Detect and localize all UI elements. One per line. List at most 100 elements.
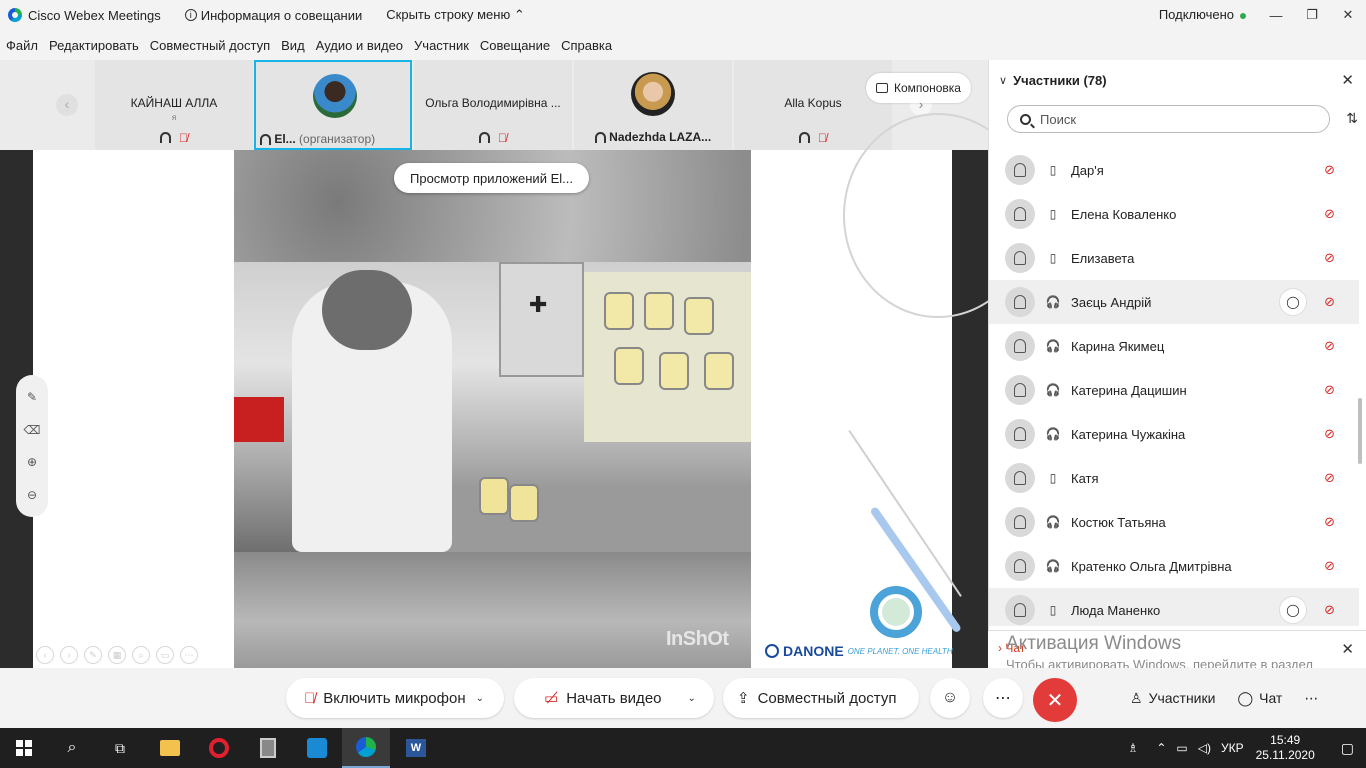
menu-help[interactable]: Справка xyxy=(561,38,612,53)
headset-icon xyxy=(799,132,810,144)
lab-scene-image xyxy=(234,262,751,552)
fit-icon[interactable]: ▭ xyxy=(156,646,174,664)
notification-icon[interactable]: ▢ xyxy=(1341,740,1354,757)
participant-row[interactable]: ▯ Катя ⊘ xyxy=(989,456,1359,500)
zoom-out-icon[interactable]: ⊖ xyxy=(27,488,37,502)
chat-section-header[interactable]: › Чат ✕ xyxy=(988,630,1366,668)
thumbnail-status: 🎙̸ xyxy=(95,130,253,145)
participant-row[interactable]: 🎧 Карина Якимец ⊘ xyxy=(989,324,1359,368)
chat-tab[interactable]: ◯ Чат xyxy=(1237,690,1282,707)
close-panel-button[interactable]: ✕ xyxy=(1341,71,1354,89)
participant-name: Катерина Чужакіна xyxy=(1071,426,1186,442)
thumbnail-2[interactable]: El... (организатор) xyxy=(254,60,412,150)
annotate-icon[interactable]: ✎ xyxy=(84,646,102,664)
camera-app-icon[interactable] xyxy=(293,728,341,768)
prev-slide-icon[interactable]: ‹ xyxy=(36,646,54,664)
strip-prev-button[interactable]: ‹ xyxy=(56,94,78,116)
menu-edit[interactable]: Редактировать xyxy=(49,38,139,53)
word-icon[interactable]: W xyxy=(392,728,440,768)
chevron-down-icon[interactable]: ⌄ xyxy=(688,693,696,704)
sort-icon[interactable]: ⇅ xyxy=(1346,110,1358,127)
close-chat-button[interactable]: ✕ xyxy=(1341,640,1354,658)
menu-participant[interactable]: Участник xyxy=(414,38,469,53)
mic-muted-icon[interactable]: ⊘ xyxy=(1324,426,1335,442)
chevron-down-icon[interactable]: ⌄ xyxy=(476,693,484,704)
chevron-down-icon: ∨ xyxy=(999,74,1008,87)
mic-muted-icon[interactable]: ⊘ xyxy=(1324,250,1335,266)
avatar xyxy=(1005,243,1035,273)
next-slide-icon[interactable]: › xyxy=(60,646,78,664)
start-video-button[interactable]: ▭̸ Начать видео ⌄ xyxy=(514,678,714,718)
meeting-info-button[interactable]: i Информация о совещании xyxy=(184,8,362,23)
chat-bubble-icon[interactable]: ◯ xyxy=(1279,596,1307,624)
participants-header[interactable]: ∨ Участники (78) xyxy=(989,60,1366,100)
participant-row[interactable]: 🎧 Кратенко Ольга Дмитрівна ⊘ xyxy=(989,544,1359,588)
mic-muted-icon[interactable]: ⊘ xyxy=(1324,514,1335,530)
eraser-icon[interactable]: ⌫ xyxy=(24,423,41,437)
menu-file[interactable]: Файл xyxy=(6,38,38,53)
thumbnail-3[interactable]: Ольга Володимирівна ... 🎙̸ xyxy=(414,60,572,150)
minimize-button[interactable]: — xyxy=(1258,0,1294,30)
grid-icon[interactable]: ▦ xyxy=(108,646,126,664)
unmute-button[interactable]: 🎙̸ Включить микрофон ⌄ xyxy=(286,678,504,718)
participants-tab[interactable]: ♙ Участники xyxy=(1130,690,1215,707)
mic-muted-icon[interactable]: ⊘ xyxy=(1324,382,1335,398)
reactions-icon[interactable]: ☺ xyxy=(930,678,970,718)
participant-row[interactable]: ▯ Елизавета ⊘ xyxy=(989,236,1359,280)
mic-muted-icon[interactable]: ⊘ xyxy=(1324,470,1335,486)
more-options-icon[interactable]: ⋯ xyxy=(983,678,1023,718)
maximize-button[interactable]: ❐ xyxy=(1294,0,1330,30)
show-hidden-icons[interactable]: ⌃ xyxy=(1156,741,1166,755)
share-button[interactable]: ⇪ Совместный доступ xyxy=(723,678,919,718)
webex-taskbar-icon[interactable] xyxy=(342,728,390,768)
thumbnail-4[interactable]: Nadezhda LAZA... xyxy=(574,60,732,150)
participant-row[interactable]: 🎧 Заєць Андрій ◯ ⊘ xyxy=(989,280,1359,324)
people-icon[interactable]: ♗ xyxy=(1128,741,1139,755)
thumbnail-5[interactable]: Alla Kopus 🎙̸ xyxy=(734,60,892,150)
task-view-icon[interactable]: ⧉ xyxy=(96,728,144,768)
volume-icon[interactable]: ◁) xyxy=(1198,741,1211,755)
menu-share[interactable]: Совместный доступ xyxy=(150,38,270,53)
mic-muted-icon[interactable]: ⊘ xyxy=(1324,162,1335,178)
sample-jar xyxy=(509,484,539,522)
mic-muted-icon[interactable]: ⊘ xyxy=(1324,294,1335,310)
leave-meeting-button[interactable]: ✕ xyxy=(1033,678,1077,722)
mic-muted-icon[interactable]: ⊘ xyxy=(1324,206,1335,222)
participant-list-scrollbar[interactable] xyxy=(1358,398,1362,464)
menu-view[interactable]: Вид xyxy=(281,38,305,53)
participant-search-input[interactable]: Поиск xyxy=(1007,105,1330,133)
hide-menu-button[interactable]: Скрыть строку меню ⌃ xyxy=(386,7,524,23)
mic-muted-icon[interactable]: ⊘ xyxy=(1324,558,1335,574)
zoom-icon[interactable]: ⌕ xyxy=(132,646,150,664)
participant-row[interactable]: ▯ Дар'я ⊘ xyxy=(989,148,1359,192)
start-button[interactable] xyxy=(0,728,48,768)
avatar xyxy=(1005,199,1035,229)
close-window-button[interactable]: ✕ xyxy=(1330,0,1366,30)
pen-icon[interactable]: ✎ xyxy=(27,390,37,404)
clock[interactable]: 15:49 25.11.2020 xyxy=(1256,733,1315,763)
file-explorer-icon[interactable] xyxy=(146,728,194,768)
keyboard-language[interactable]: УКР xyxy=(1221,741,1244,755)
chat-bubble-icon[interactable]: ◯ xyxy=(1279,288,1307,316)
chevron-up-icon: ⌃ xyxy=(513,7,525,22)
participant-row[interactable]: ▯ Елена Коваленко ⊘ xyxy=(989,192,1359,236)
mic-muted-icon[interactable]: ⊘ xyxy=(1324,602,1335,618)
search-icon[interactable]: ⌕ xyxy=(48,728,96,768)
menu-audio-video[interactable]: Аудио и видео xyxy=(316,38,403,53)
menu-meeting[interactable]: Совещание xyxy=(480,38,550,53)
app-view-pill[interactable]: Просмотр приложений El... xyxy=(394,163,589,193)
more-icon[interactable]: ⋯ xyxy=(180,646,198,664)
layout-button[interactable]: Компоновка xyxy=(866,73,971,103)
opera-browser-icon[interactable] xyxy=(195,728,243,768)
participant-row[interactable]: 🎧 Катерина Чужакіна ⊘ xyxy=(989,412,1359,456)
zoom-in-icon[interactable]: ⊕ xyxy=(27,455,37,469)
thumbnail-1[interactable]: КАЙНАШ АЛЛА я 🎙̸ xyxy=(95,60,253,150)
participant-row[interactable]: ▯ Люда Маненко ◯ ⊘ xyxy=(989,588,1359,626)
participant-row[interactable]: 🎧 Катерина Дацишин ⊘ xyxy=(989,368,1359,412)
thumbnail-status: Nadezhda LAZA... xyxy=(574,130,732,144)
calculator-icon[interactable] xyxy=(244,728,292,768)
network-icon[interactable]: ▭ xyxy=(1176,741,1187,755)
more-panels-icon[interactable]: ⋯ xyxy=(1304,690,1318,707)
mic-muted-icon[interactable]: ⊘ xyxy=(1324,338,1335,354)
participant-row[interactable]: 🎧 Костюк Татьяна ⊘ xyxy=(989,500,1359,544)
